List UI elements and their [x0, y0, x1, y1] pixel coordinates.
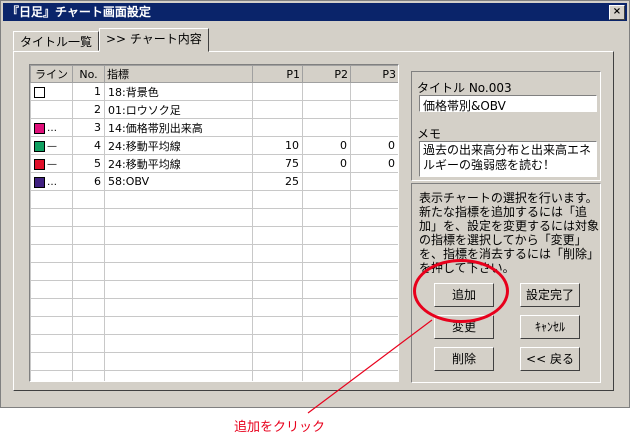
annotation-pointer-line: [307, 319, 433, 414]
tab-chart-content[interactable]: >> チャート内容: [99, 28, 209, 52]
annotation-caption: 追加をクリック: [234, 420, 326, 435]
